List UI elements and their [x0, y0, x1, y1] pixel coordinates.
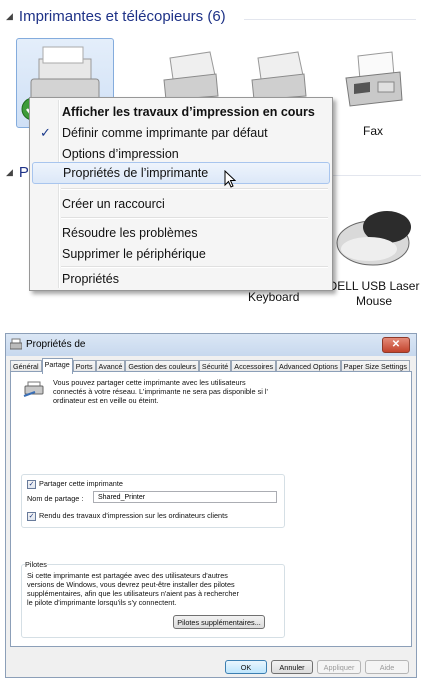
checkmark-icon: ✓	[40, 125, 51, 140]
collapse-triangle-icon[interactable]: ◢	[6, 11, 13, 22]
menu-item-see-print-jobs[interactable]: Afficher les travaux d’impression en cou…	[32, 101, 330, 123]
group-divider	[244, 19, 416, 20]
sharing-panel: Vous pouvez partager cette imprimante av…	[10, 371, 412, 647]
mouse-label-line2: Mouse	[355, 294, 393, 308]
drivers-text-line1: Si cette imprimante est partagée avec de…	[27, 571, 228, 580]
keyboard-label[interactable]: Keyboard	[248, 290, 299, 305]
menu-item-label: Définir comme imprimante par défaut	[62, 126, 268, 140]
menu-item-create-shortcut[interactable]: Créer un raccourci	[32, 193, 330, 215]
tab-strip: Général Partage Ports Avancé Gestion des…	[10, 358, 410, 374]
printer-icon-3[interactable]	[248, 50, 308, 100]
mouse-cursor-icon	[224, 170, 236, 188]
group-divider	[331, 175, 421, 176]
share-printer-label[interactable]: Partager cette imprimante	[39, 479, 123, 488]
menu-item-printer-properties[interactable]: Propriétés de l’imprimante	[32, 162, 330, 184]
cancel-button[interactable]: Annuler	[271, 660, 313, 674]
menu-item-label: Propriétés de l’imprimante	[63, 166, 209, 180]
render-jobs-label[interactable]: Rendu des travaux d'impression sur les o…	[39, 511, 228, 520]
info-text-line2: connectés à votre réseau. L'imprimante n…	[53, 387, 268, 396]
info-text-line1: Vous pouvez partager cette imprimante av…	[53, 378, 246, 387]
drivers-text-line4: le pilote d'imprimante lorsqu'ils s'y co…	[27, 598, 177, 607]
tab-sharing[interactable]: Partage	[41, 358, 73, 374]
printer-properties-dialog: Propriétés de ✕ Général Partage Ports Av…	[5, 333, 417, 678]
menu-item-label: Supprimer le périphérique	[62, 247, 206, 261]
mouse-device[interactable]: DELL USB Laser Mouse	[326, 205, 422, 309]
drivers-title: Pilotes	[25, 560, 47, 569]
fax-label: Fax	[362, 124, 383, 138]
render-jobs-checkbox[interactable]: ✓	[27, 512, 36, 521]
menu-separator	[61, 188, 328, 190]
devices-and-printers-view: ◢ Imprimantes et télécopieurs (6) Fax ◢ …	[0, 0, 422, 325]
fax-icon	[345, 51, 403, 107]
menu-item-troubleshoot[interactable]: Résoudre les problèmes	[32, 222, 330, 244]
menu-item-label: Créer un raccourci	[62, 197, 165, 211]
group-header-devices[interactable]: ◢ P	[6, 164, 30, 181]
printer-icon-2[interactable]	[160, 50, 220, 100]
menu-item-label: Propriétés	[62, 272, 119, 286]
help-button[interactable]: Aide	[365, 660, 409, 674]
collapse-triangle-icon[interactable]: ◢	[6, 167, 13, 178]
menu-separator	[61, 217, 328, 219]
menu-item-properties[interactable]: Propriétés	[32, 268, 330, 290]
context-menu: Afficher les travaux d’impression en cou…	[29, 97, 333, 291]
group-header-label: P	[18, 164, 29, 181]
ok-button[interactable]: OK	[225, 660, 267, 674]
group-header-label: Imprimantes et télécopieurs (6)	[18, 8, 226, 25]
apply-button[interactable]: Appliquer	[317, 660, 361, 674]
menu-item-label: Options d’impression	[62, 147, 179, 161]
menu-item-remove-device[interactable]: Supprimer le périphérique	[32, 243, 330, 265]
mouse-icon	[336, 211, 411, 266]
drivers-text-line2: versions de Windows, vous devrez peut-êt…	[27, 580, 235, 589]
drivers-text-line3: supplémentaires, afin que les utilisateu…	[27, 589, 239, 598]
share-name-label: Nom de partage :	[27, 494, 84, 503]
dialog-title: Propriétés de	[26, 339, 86, 350]
fax-device[interactable]: Fax	[338, 50, 408, 139]
share-name-input[interactable]: Shared_Printer	[93, 491, 277, 503]
menu-item-label: Afficher les travaux d’impression en cou…	[62, 105, 315, 119]
mouse-label-line1: DELL USB Laser	[328, 279, 420, 293]
dialog-titlebar[interactable]: Propriétés de ✕	[6, 334, 416, 356]
close-button[interactable]: ✕	[382, 337, 410, 353]
menu-item-label: Résoudre les problèmes	[62, 226, 198, 240]
info-text-line3: ordinateur est en veille ou éteint.	[53, 396, 159, 405]
menu-item-set-default[interactable]: ✓ Définir comme imprimante par défaut	[32, 122, 330, 144]
network-printer-icon	[23, 381, 44, 397]
share-printer-checkbox[interactable]: ✓	[27, 480, 36, 489]
printer-small-icon	[10, 338, 22, 350]
additional-drivers-button[interactable]: Pilotes supplémentaires...	[173, 615, 265, 629]
group-header-printers[interactable]: ◢ Imprimantes et télécopieurs (6)	[6, 8, 416, 25]
